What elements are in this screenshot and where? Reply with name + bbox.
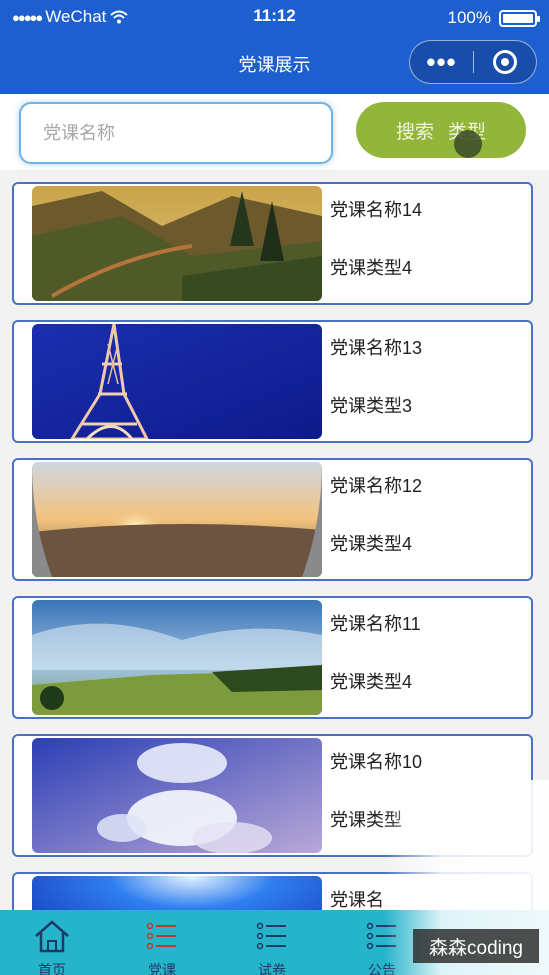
battery-percent: 100% [447,8,491,27]
close-button[interactable] [474,50,536,74]
tab-label: 试卷 [258,962,286,975]
course-card[interactable]: 党课名称13 党课类型3 [12,320,533,443]
course-card[interactable]: 党课名称14 党课类型4 [12,182,533,305]
status-right: 100% [447,8,540,28]
course-image [32,876,322,910]
course-image [32,324,322,439]
course-type: 党课类型4 [330,672,413,692]
course-image [32,462,322,577]
tab-home[interactable]: 首页 [0,910,107,975]
course-name: 党课名称14 [330,200,423,220]
course-image [32,186,322,301]
tab-exam[interactable]: 试卷 [217,910,327,975]
touch-indicator [454,130,482,158]
course-type: 党课类型4 [330,534,413,554]
course-name: 党课名称13 [330,338,423,358]
nav-bar: 党课展示 ••• [0,36,549,94]
list-icon [146,922,176,950]
course-type: 党课类型3 [330,396,413,416]
tab-course[interactable]: 党课 [107,910,217,975]
course-name: 党课名称12 [330,476,423,496]
course-name: 党课名称10 [330,752,423,772]
miniprogram-capsule: ••• [409,40,537,84]
tab-label: 首页 [38,962,66,975]
battery-icon [499,9,540,27]
search-bar: 搜索 类型 [0,94,549,170]
search-input[interactable] [19,102,333,164]
status-bar: ●●●●● WeChat 11:12 100% [0,0,549,36]
course-name: 党课名 [330,890,384,910]
course-card[interactable]: 党课名称12 党课类型4 [12,458,533,581]
watermark: 森森coding [413,929,539,963]
home-icon [35,920,69,953]
course-image [32,600,322,715]
search-button[interactable]: 搜索 类型 [356,102,526,158]
more-menu-button[interactable]: ••• [410,49,473,75]
course-image [32,738,322,853]
tab-label: 党课 [148,962,176,975]
course-card[interactable]: 党课名称11 党课类型4 [12,596,533,719]
target-icon [493,50,517,74]
course-name: 党课名称11 [330,614,421,634]
search-label: 搜索 [395,121,434,143]
list-icon [256,922,286,950]
course-type: 党课类型4 [330,258,413,278]
